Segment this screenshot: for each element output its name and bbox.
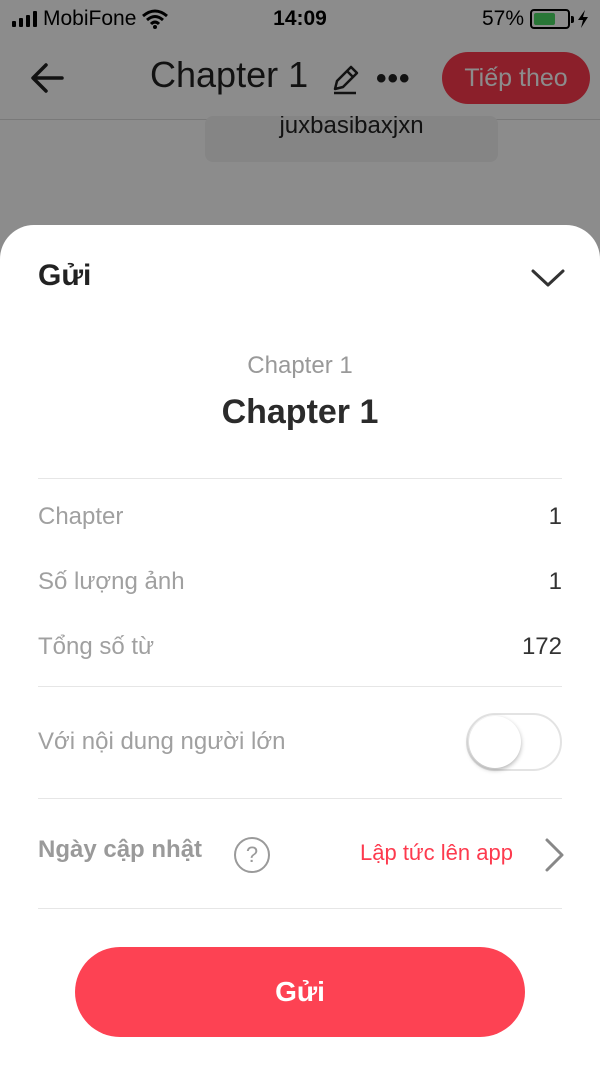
chapter-title: Chapter 1 [221, 393, 379, 431]
divider [38, 686, 562, 687]
adult-content-toggle[interactable] [466, 713, 562, 771]
adult-content-label: Với nội dung người lớn [38, 728, 286, 755]
send-sheet: Gửi Chapter 1 Chapter 1 Chapter 1 Số lượ… [0, 225, 600, 1065]
chevron-right-icon[interactable] [543, 836, 567, 874]
toggle-knob [469, 716, 521, 768]
divider [38, 798, 562, 799]
info-value: 1 [548, 568, 562, 595]
info-value: 172 [521, 633, 562, 660]
update-date-value[interactable]: Lập tức lên app [360, 840, 513, 866]
chevron-down-icon[interactable] [530, 263, 566, 291]
info-label: Chapter [38, 503, 124, 530]
chapter-subtitle: Chapter 1 [247, 352, 353, 379]
info-row-words: Tổng số từ 172 [38, 627, 562, 667]
divider [38, 908, 562, 909]
info-row-images: Số lượng ảnh 1 [38, 562, 562, 602]
info-label: Số lượng ảnh [38, 568, 185, 595]
info-label: Tổng số từ [38, 633, 155, 660]
update-date-label: Ngày cập nhật [38, 836, 203, 863]
info-value: 1 [548, 503, 562, 530]
divider [38, 478, 562, 479]
info-row-chapter: Chapter 1 [38, 497, 562, 537]
send-button[interactable]: Gửi [75, 947, 525, 1037]
sheet-title: Gửi [38, 259, 92, 292]
help-icon[interactable]: ? [234, 837, 270, 873]
